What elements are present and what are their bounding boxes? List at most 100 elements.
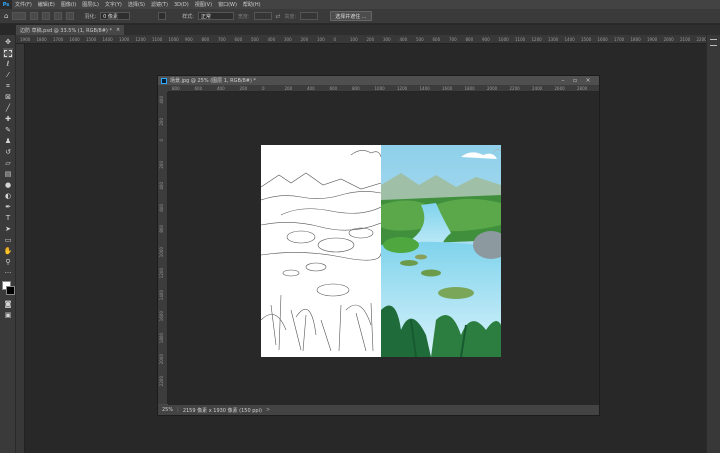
doc-ruler-label-v: 400 [159,96,164,104]
document-tab[interactable]: 边防 草稿.psd @ 33.5% (1, RGB/8#) * × [16,25,125,35]
doc-ruler-label-v: 1400 [159,289,164,300]
doc-ruler-label-v: 2000 [159,354,164,365]
doc-ruler-label-h: 1200 [397,86,408,91]
ruler-label: 1900 [20,37,31,42]
swap-icon[interactable]: ⇄ [276,13,281,20]
select-and-mask-button[interactable]: 选择并遮住 ... [330,11,372,21]
gradient-tool-icon[interactable]: ▤ [3,169,13,179]
blur-tool-icon[interactable]: ● [3,180,13,190]
tools-panel: ✥ ℓ ⁄ ⌗ ⊠ ╱ ✚ ✎ ♟ ↺ ▱ ▤ ● ◐ ✒ T ➤ ▭ ✋ ⚲ … [0,35,16,453]
menu-filter[interactable]: 滤镜(T) [148,1,171,8]
style-label: 样式: [182,13,194,20]
move-tool-icon[interactable]: ✥ [3,37,13,47]
anti-alias-checkbox[interactable] [158,12,167,20]
doc-ruler-label-h: 600 [194,86,203,91]
document-window-titlebar[interactable]: 场景.jpg @ 25% (图层 1, RGB/8#) * – ▫ × [158,76,599,85]
hand-tool-icon[interactable]: ✋ [3,246,13,256]
height-input[interactable] [300,12,319,20]
frame-tool-icon[interactable]: ⊠ [3,92,13,102]
document-tab-bar: 边防 草稿.psd @ 33.5% (1, RGB/8#) * × [16,25,720,35]
clone-stamp-icon[interactable]: ♟ [3,136,13,146]
doc-ruler-label-v: 200 [159,117,164,126]
ruler-label: 800 [465,37,474,42]
menu-window[interactable]: 窗口(W) [215,1,240,8]
doc-ruler-label-v: 1200 [159,268,164,279]
ruler-label: 500 [251,37,259,42]
options-bar: ⌂ 羽化: 0 像素 样式: 正常 宽度: ⇄ 高度: 选择并遮住 ... [0,9,720,24]
marquee-tool-icon[interactable] [3,48,13,58]
ruler-label: 1400 [564,37,575,42]
menu-image[interactable]: 图像(I) [58,1,79,8]
ruler-label: 2200 [696,37,707,42]
history-brush-icon[interactable]: ↺ [3,147,13,157]
ruler-label: 1000 [498,37,509,42]
pen-tool-icon[interactable]: ✒ [3,202,13,212]
maximize-icon[interactable]: ▫ [569,76,581,85]
close-window-icon[interactable]: × [582,76,594,85]
ruler-label: 300 [383,37,391,42]
document-horizontal-ruler: 800 600 400 200 0 200 400 600 800 1000 1200 1400 160… [168,85,599,92]
ruler-label: 0 [333,37,337,42]
color-swatches-icon[interactable] [2,281,15,295]
menu-select[interactable]: 选择(S) [125,1,148,8]
doc-ruler-label-v: 1000 [159,246,164,257]
background-color-swatch[interactable] [6,286,15,295]
width-label: 宽度: [237,13,250,20]
canvas-area[interactable] [168,92,599,405]
menu-3d[interactable]: 3D(D) [171,2,192,8]
new-selection-button[interactable] [30,12,39,20]
type-tool-icon[interactable]: T [3,213,13,223]
style-select[interactable]: 正常 [197,12,234,20]
eyedropper-icon[interactable]: ╱ [3,103,13,113]
menu-file[interactable]: 文件(F) [12,1,35,8]
doc-ruler-label-h: 1800 [464,86,475,91]
width-input[interactable] [253,12,272,20]
ps-document-icon [161,77,167,84]
doc-ruler-label-v: 0 [159,139,164,142]
menu-help[interactable]: 帮助(H) [240,1,264,8]
lasso-tool-icon[interactable]: ℓ [3,59,13,69]
crop-tool-icon[interactable]: ⌗ [3,81,13,91]
doc-ruler-label-h: 600 [329,86,338,91]
minimize-icon[interactable]: – [557,76,569,85]
doc-ruler-label-h: 400 [307,86,315,91]
more-tools-icon[interactable]: ··· [3,268,13,278]
ruler-label: 1100 [515,37,526,42]
menu-type[interactable]: 文字(Y) [102,1,125,8]
horizontal-ruler: 1900 1800 1700 1600 1500 1400 1300 1200 1100 1000… [16,35,706,44]
hamburger-icon[interactable] [710,39,717,46]
brush-tool-icon[interactable]: ✎ [3,125,13,135]
menu-view[interactable]: 视图(V) [192,1,215,8]
ruler-label: 600 [234,37,243,42]
screen-mode-icon[interactable]: ▣ [3,310,13,320]
floating-document-window: 场景.jpg @ 25% (图层 1, RGB/8#) * – ▫ × 800 6… [157,75,600,416]
dodge-tool-icon[interactable]: ◐ [3,191,13,201]
zoom-level[interactable]: 25% [162,407,173,413]
zoom-tool-icon[interactable]: ⚲ [3,257,13,267]
doc-ruler-label-v: 2200 [159,375,164,386]
ruler-label: 1300 [119,37,130,42]
doc-ruler-label-v: 600 [159,203,164,212]
marquee-preset-button[interactable] [12,12,27,20]
ruler-origin-corner[interactable] [158,85,168,92]
document-info: 2159 像素 x 1930 像素 (150 ppi) [182,407,262,414]
subtract-selection-button[interactable] [54,12,63,20]
doc-ruler-label-h: 200 [284,86,293,91]
add-selection-button[interactable] [42,12,51,20]
quick-mask-icon[interactable]: ◙ [3,299,13,309]
intersect-selection-button[interactable] [66,12,75,20]
close-icon[interactable]: × [116,27,120,33]
menu-edit[interactable]: 编辑(E) [35,1,58,8]
doc-ruler-label-h: 2600 [554,86,565,91]
status-menu-arrow[interactable]: > [266,407,270,413]
shape-tool-icon[interactable]: ▭ [3,235,13,245]
feather-input[interactable]: 0 像素 [100,12,131,20]
path-select-icon[interactable]: ➤ [3,224,13,234]
document-status-bar: 25% | 2159 像素 x 1930 像素 (150 ppi) > [158,405,599,415]
menu-layer[interactable]: 图层(L) [79,1,102,8]
magic-wand-icon[interactable]: ⁄ [3,70,13,80]
home-icon[interactable]: ⌂ [4,12,8,20]
eraser-icon[interactable]: ▱ [3,158,13,168]
ruler-label: 1600 [597,37,608,42]
healing-brush-icon[interactable]: ✚ [3,114,13,124]
